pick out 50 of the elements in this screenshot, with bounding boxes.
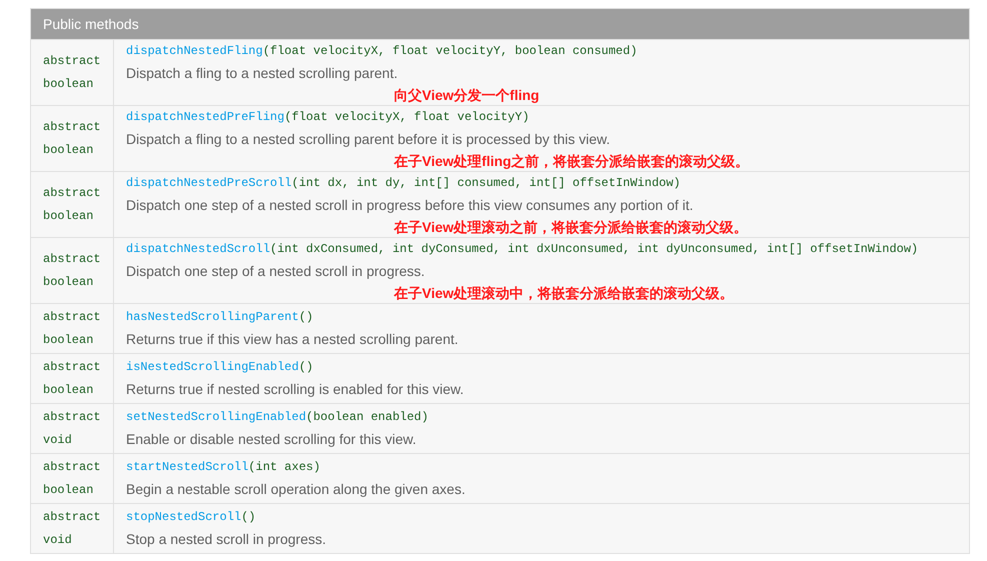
method-link[interactable]: dispatchNestedScroll: [126, 242, 270, 256]
return-type: void: [43, 432, 73, 449]
modifier-text: abstract: [43, 251, 102, 268]
method-description: Dispatch a fling to a nested scrolling parent.: [126, 64, 398, 83]
method-description: Dispatch one step of a nested scroll in progress before this view consumes any portion of it.: [126, 196, 694, 215]
method-params: (): [298, 310, 314, 324]
modifier-text: abstract: [43, 509, 102, 526]
method-link[interactable]: isNestedScrollingEnabled: [126, 360, 299, 374]
method-params: (int dxConsumed, int dyConsumed, int dxUnconsumed, int dyUnconsumed, int[] offsetInWindow): [270, 242, 918, 256]
method-description: Enable or disable nested scrolling for this view.: [126, 430, 416, 449]
method-params: (boolean enabled): [306, 410, 428, 424]
annotation-text: 向父View分发一个fling: [394, 86, 540, 104]
return-type: boolean: [43, 76, 94, 93]
method-params: (float velocityX, float velocityY): [284, 110, 530, 124]
method-link[interactable]: setNestedScrollingEnabled: [126, 410, 306, 424]
return-type: boolean: [43, 274, 94, 291]
method-link[interactable]: dispatchNestedPreFling: [126, 110, 284, 124]
method-description: Returns true if nested scrolling is enabled for this view.: [126, 380, 464, 399]
return-type: boolean: [43, 382, 94, 399]
return-type: boolean: [43, 208, 94, 225]
method-params: (): [298, 360, 314, 374]
method-link[interactable]: startNestedScroll: [126, 460, 248, 474]
annotation-text: 在子View处理fling之前，将嵌套分派给嵌套的滚动父级。: [394, 152, 750, 170]
method-params: (int axes): [248, 460, 320, 474]
method-description: Returns true if this view has a nested scrolling parent.: [126, 330, 458, 349]
modifier-text: abstract: [43, 409, 102, 426]
method-link[interactable]: dispatchNestedFling: [126, 44, 263, 58]
modifier-text: abstract: [43, 185, 102, 202]
method-description: Dispatch one step of a nested scroll in progress.: [126, 262, 425, 281]
method-description: Begin a nestable scroll operation along the given axes.: [126, 480, 466, 499]
return-type: void: [43, 532, 73, 549]
modifier-text: abstract: [43, 309, 102, 326]
modifier-text: abstract: [43, 119, 102, 136]
method-params: (float velocityX, float velocityY, boolean consumed): [262, 44, 638, 58]
method-description: Dispatch a fling to a nested scrolling parent before it is processed by this view.: [126, 130, 610, 149]
return-type: boolean: [43, 332, 94, 349]
annotation-text: 在子View处理滚动中，将嵌套分派给嵌套的滚动父级。: [394, 284, 734, 302]
table-header: Public methods: [31, 9, 969, 39]
method-link[interactable]: hasNestedScrollingParent: [126, 310, 299, 324]
method-link[interactable]: dispatchNestedPreScroll: [126, 176, 292, 190]
method-description: Stop a nested scroll in progress.: [126, 530, 326, 549]
modifier-text: abstract: [43, 459, 102, 476]
return-type: boolean: [43, 482, 94, 499]
annotation-text: 在子View处理滚动之前，将嵌套分派给嵌套的滚动父级。: [394, 218, 748, 236]
modifier-text: abstract: [43, 359, 102, 376]
return-type: boolean: [43, 142, 94, 159]
method-params: (): [241, 510, 256, 524]
method-params: (int dx, int dy, int[] consumed, int[] offsetInWindow): [292, 176, 681, 190]
method-link[interactable]: stopNestedScroll: [126, 510, 242, 524]
modifier-text: abstract: [43, 53, 102, 70]
